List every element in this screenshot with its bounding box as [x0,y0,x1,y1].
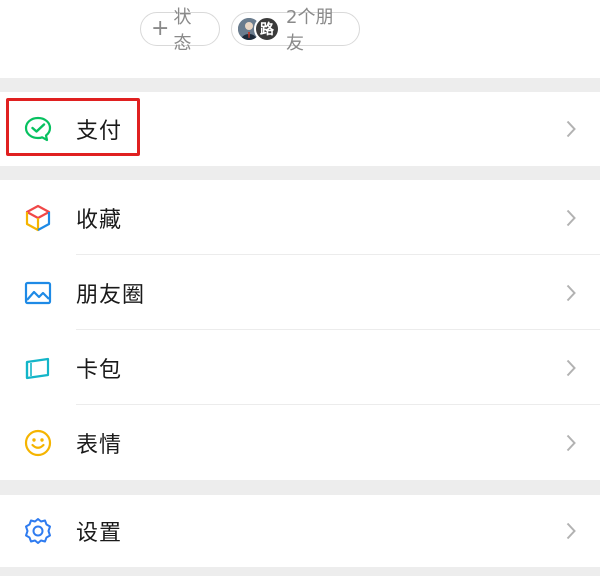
settings-section: 设置 [0,495,600,567]
chevron-right-icon [564,357,578,379]
features-section: 收藏 朋友圈 卡包 表情 [0,180,600,480]
menu-item-settings-label: 设置 [76,521,123,546]
chevron-right-icon [564,520,578,542]
menu-item-moments-label: 朋友圈 [76,282,146,308]
friends-label: 2个朋友 [286,7,334,54]
avatar: 路 [254,16,280,42]
image-icon [22,277,54,309]
menu-item-pay-label: 支付 [76,119,123,144]
chevron-right-icon [564,432,578,454]
menu-item-moments[interactable]: 朋友圈 [0,255,600,330]
friends-status-button[interactable]: 路 2个朋友 [231,7,360,54]
chevron-right-icon [564,207,578,229]
menu-item-stickers[interactable]: 表情 [0,405,600,480]
menu-item-settings[interactable]: 设置 [0,495,600,567]
status-label: 状态 [173,7,192,54]
chevron-right-icon [564,282,578,304]
cube-icon [22,202,54,234]
menu-item-stickers-label: 表情 [76,432,123,458]
friend-avatars: 路 [236,16,280,42]
menu-item-cards-label: 卡包 [76,357,123,383]
smiley-icon [22,427,54,459]
pay-section: 支付 [0,92,600,166]
add-status-button[interactable]: + 状态 [140,7,220,54]
chevron-right-icon [564,118,578,140]
profile-status-bar: + 状态 路 2个朋友 [0,0,600,78]
menu-item-pay[interactable]: 支付 [0,92,600,166]
me-page: + 状态 路 2个朋友 支付 收藏 朋友圈 卡包 表情 设置 [0,0,600,576]
menu-item-favorites-label: 收藏 [76,207,123,233]
card-wallet-icon [22,352,54,384]
menu-item-cards[interactable]: 卡包 [0,330,600,405]
menu-item-favorites[interactable]: 收藏 [0,180,600,255]
gear-icon [22,515,54,547]
plus-icon: + [151,16,170,41]
wechat-pay-icon [22,113,54,145]
